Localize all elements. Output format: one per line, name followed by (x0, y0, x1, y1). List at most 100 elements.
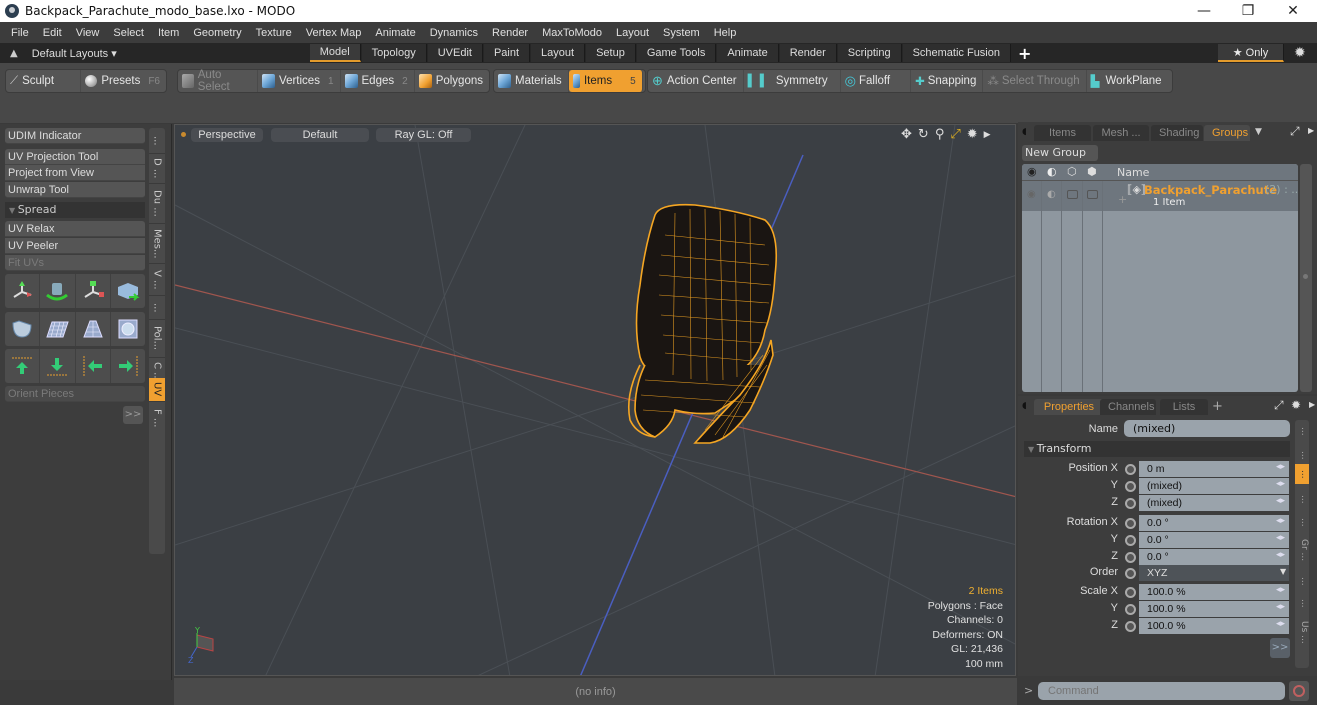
property-value-field[interactable]: (mixed) (1139, 478, 1289, 494)
select-toggle[interactable] (1087, 190, 1098, 199)
only-toggle[interactable]: ★ Only (1218, 44, 1284, 62)
vtab-v[interactable]: V ... (149, 264, 165, 296)
property-value-field[interactable]: (mixed) (1139, 495, 1289, 511)
uv-peeler-button[interactable]: UV Peeler (5, 238, 145, 254)
rvtab-4[interactable]: ... (1295, 488, 1309, 510)
tab-paint[interactable]: Paint (483, 44, 531, 62)
property-value-field[interactable]: 0 m (1139, 461, 1289, 477)
vtab-uv[interactable]: UV (149, 378, 165, 402)
tab-shading[interactable]: Shading (1151, 125, 1203, 141)
scale-tool-icon[interactable] (76, 274, 111, 308)
panel-menu-icon[interactable]: ◖ (1022, 127, 1027, 137)
perspective-projection-icon[interactable] (76, 312, 111, 346)
render-column-icon[interactable]: ◐ (1047, 165, 1057, 178)
presets-button[interactable]: Presets F6 (81, 70, 166, 92)
rotate-tool-icon[interactable] (40, 274, 76, 308)
menu-file[interactable]: File (4, 27, 36, 39)
menu-item[interactable]: Item (151, 27, 186, 39)
rvtab-us[interactable]: Us ... (1295, 614, 1309, 650)
tab-animate[interactable]: Animate (717, 44, 779, 62)
vtab-2[interactable]: ... (149, 296, 165, 320)
select-column-icon[interactable]: ⬢ (1087, 165, 1097, 178)
select-through-button[interactable]: ⁂ Select Through (983, 70, 1087, 92)
tab-topology[interactable]: Topology (361, 44, 427, 62)
render-toggle-icon[interactable]: ◐ (1047, 189, 1056, 200)
maximize-view-icon[interactable]: ⤢ (950, 127, 960, 143)
rvtab-active[interactable]: ... (1295, 464, 1309, 484)
shading-dropdown[interactable]: Default (271, 128, 369, 142)
properties-more-button[interactable]: >> (1270, 638, 1290, 658)
raygl-toggle[interactable]: Ray GL: Off (376, 128, 471, 142)
default-layouts-dropdown[interactable]: Default Layouts ▾ (32, 47, 310, 60)
uv-projection-tool-button[interactable]: UV Projection Tool (5, 149, 145, 165)
zoom-view-icon[interactable]: ⚲ (935, 127, 945, 143)
menu-maxtomodo[interactable]: MaxToModo (535, 27, 609, 39)
3d-viewport[interactable]: Perspective Default Ray GL: Off ✥ ↻ ⚲ ⤢ … (174, 124, 1016, 676)
name-column-header[interactable]: Name (1117, 166, 1149, 179)
lock-toggle[interactable] (1067, 190, 1078, 199)
animate-keyframe-icon[interactable] (1125, 498, 1136, 509)
menu-animate[interactable]: Animate (368, 27, 422, 39)
visibility-toggle-icon[interactable]: ◉ (1027, 189, 1036, 200)
tab-mesh[interactable]: Mesh ... (1093, 125, 1149, 141)
viewport-more-icon[interactable]: ▶ (984, 127, 991, 143)
command-input[interactable] (1038, 682, 1285, 700)
value-drag-handle-icon[interactable]: ◂▸ (1276, 496, 1285, 506)
animate-keyframe-icon[interactable] (1125, 481, 1136, 492)
menu-texture[interactable]: Texture (249, 27, 299, 39)
snapping-button[interactable]: ✚ Snapping (911, 70, 984, 92)
fit-uvs-button[interactable]: Fit UVs (5, 255, 145, 271)
lock-column-icon[interactable]: ⬡ (1067, 165, 1077, 178)
falloff-button[interactable]: ◎ Falloff (841, 70, 912, 92)
menu-help[interactable]: Help (707, 27, 744, 39)
value-drag-handle-icon[interactable]: ◂▸ (1276, 462, 1285, 472)
tab-render[interactable]: Render (779, 44, 837, 62)
animate-keyframe-icon[interactable] (1125, 464, 1136, 475)
groups-list[interactable]: ◉ ◐ ⬡ ⬢ Name ◉ ◐ + ⟦◈⟧ Backpack_Parachut… (1022, 164, 1298, 392)
name-field[interactable]: (mixed) (1124, 420, 1290, 437)
sculpt-button[interactable]: ⟋ Sculpt (6, 70, 82, 92)
value-drag-handle-icon[interactable]: ◂▸ (1276, 479, 1285, 489)
group-row[interactable]: ◉ ◐ + ⟦◈⟧ Backpack_Parachute (2) : ... 1… (1022, 181, 1298, 211)
visibility-column-icon[interactable]: ◉ (1027, 165, 1037, 178)
perspective-dropdown[interactable]: Perspective (191, 128, 263, 142)
animate-keyframe-icon[interactable] (1125, 621, 1136, 632)
rvtab-1[interactable]: ... (1295, 420, 1309, 442)
vertices-button[interactable]: Vertices 1 (258, 70, 341, 92)
value-drag-handle-icon[interactable]: ◂▸ (1276, 602, 1285, 612)
rotation-order-dropdown[interactable]: XYZ (1139, 565, 1289, 581)
tab-channels[interactable]: Channels (1100, 399, 1156, 415)
rvtab-8[interactable]: ... (1295, 592, 1309, 614)
expand-panel-icon[interactable]: ⤢ (1290, 124, 1300, 139)
new-group-button[interactable]: New Group (1022, 145, 1098, 161)
workplane-button[interactable]: ▙ WorkPlane (1087, 70, 1168, 92)
align-top-icon[interactable] (5, 349, 41, 383)
orient-pieces-button[interactable]: Orient Pieces (5, 386, 145, 402)
animate-keyframe-icon[interactable] (1125, 552, 1136, 563)
move-tool-icon[interactable] (5, 274, 41, 308)
vtab-du[interactable]: Du ... (149, 184, 165, 224)
uv-relax-button[interactable]: UV Relax (5, 221, 145, 237)
menu-select[interactable]: Select (106, 27, 151, 39)
vtab-f[interactable]: F ... (149, 404, 165, 432)
viewport-settings-icon[interactable]: ✹ (967, 127, 978, 143)
panel-more-icon[interactable]: ▶ (1308, 126, 1314, 135)
menu-geometry[interactable]: Geometry (186, 27, 248, 39)
pan-icon[interactable]: ✥ (901, 127, 912, 143)
transform-section[interactable]: ▼ Transform (1024, 441, 1290, 457)
expand-properties-icon[interactable]: ⤢ (1274, 398, 1284, 413)
expand-more-button[interactable]: >> (123, 406, 143, 424)
tab-layout[interactable]: Layout (531, 44, 586, 62)
properties-gear-icon[interactable]: ✹ (1291, 398, 1301, 412)
rvtab-7[interactable]: ... (1295, 570, 1309, 592)
auto-select-button[interactable]: Auto Select (178, 69, 259, 93)
polygons-button[interactable]: Polygons (415, 70, 489, 92)
unwrap-tool-button[interactable]: Unwrap Tool (5, 182, 145, 198)
project-from-view-button[interactable]: Project from View (5, 165, 145, 181)
align-bottom-icon[interactable] (40, 349, 76, 383)
properties-menu-icon[interactable]: ◖ (1022, 401, 1027, 411)
symmetry-button[interactable]: ▌▐ Symmetry (744, 70, 841, 92)
menu-edit[interactable]: Edit (36, 27, 69, 39)
add-layout-button[interactable]: + (1018, 44, 1031, 63)
animate-keyframe-icon[interactable] (1125, 518, 1136, 529)
